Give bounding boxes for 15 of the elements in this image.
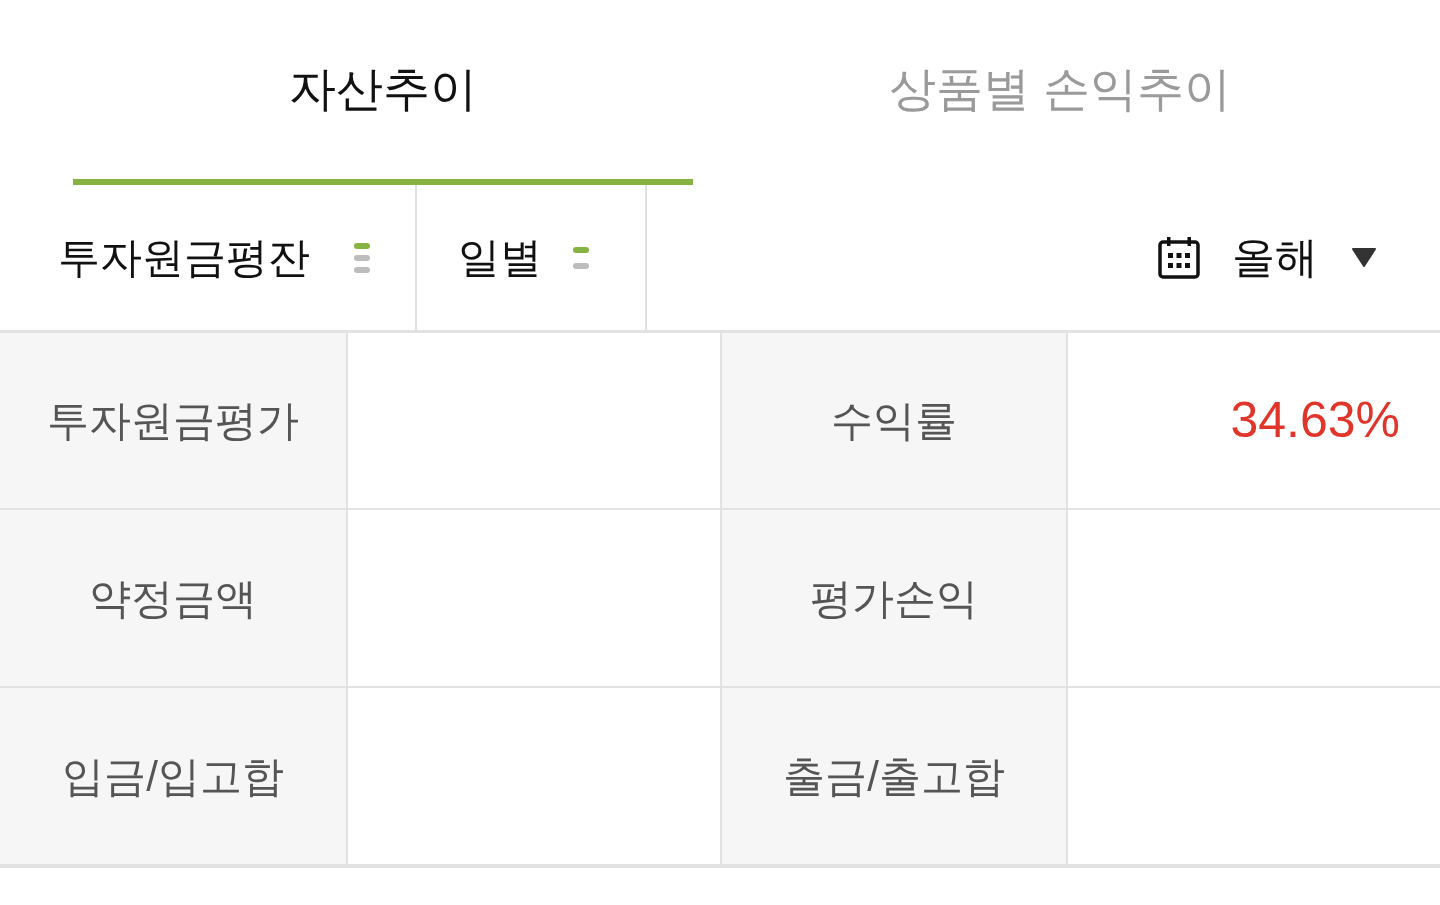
label-cell: 출금/출고합 [720, 686, 1066, 868]
label-cell: 입금/입고합 [0, 686, 346, 868]
label-cell: 투자원금평가 [0, 330, 346, 508]
filter-dropdown[interactable]: 투자원금평잔 [0, 185, 415, 330]
label-cell: 평가손익 [720, 508, 1066, 686]
value-cell: 34.63% [1066, 330, 1440, 508]
label-cell: 수익률 [720, 330, 1066, 508]
period-dropdown[interactable]: 올해 [1158, 185, 1440, 330]
filter-dropdown[interactable]: 일별 [417, 185, 645, 330]
list-icon [354, 242, 370, 273]
label-cell: 약정금액 [0, 508, 346, 686]
list-icon [573, 246, 589, 269]
tab[interactable]: 자산추이 [73, 0, 693, 185]
caret-icon [1352, 248, 1376, 267]
calendar-icon [1158, 236, 1200, 279]
